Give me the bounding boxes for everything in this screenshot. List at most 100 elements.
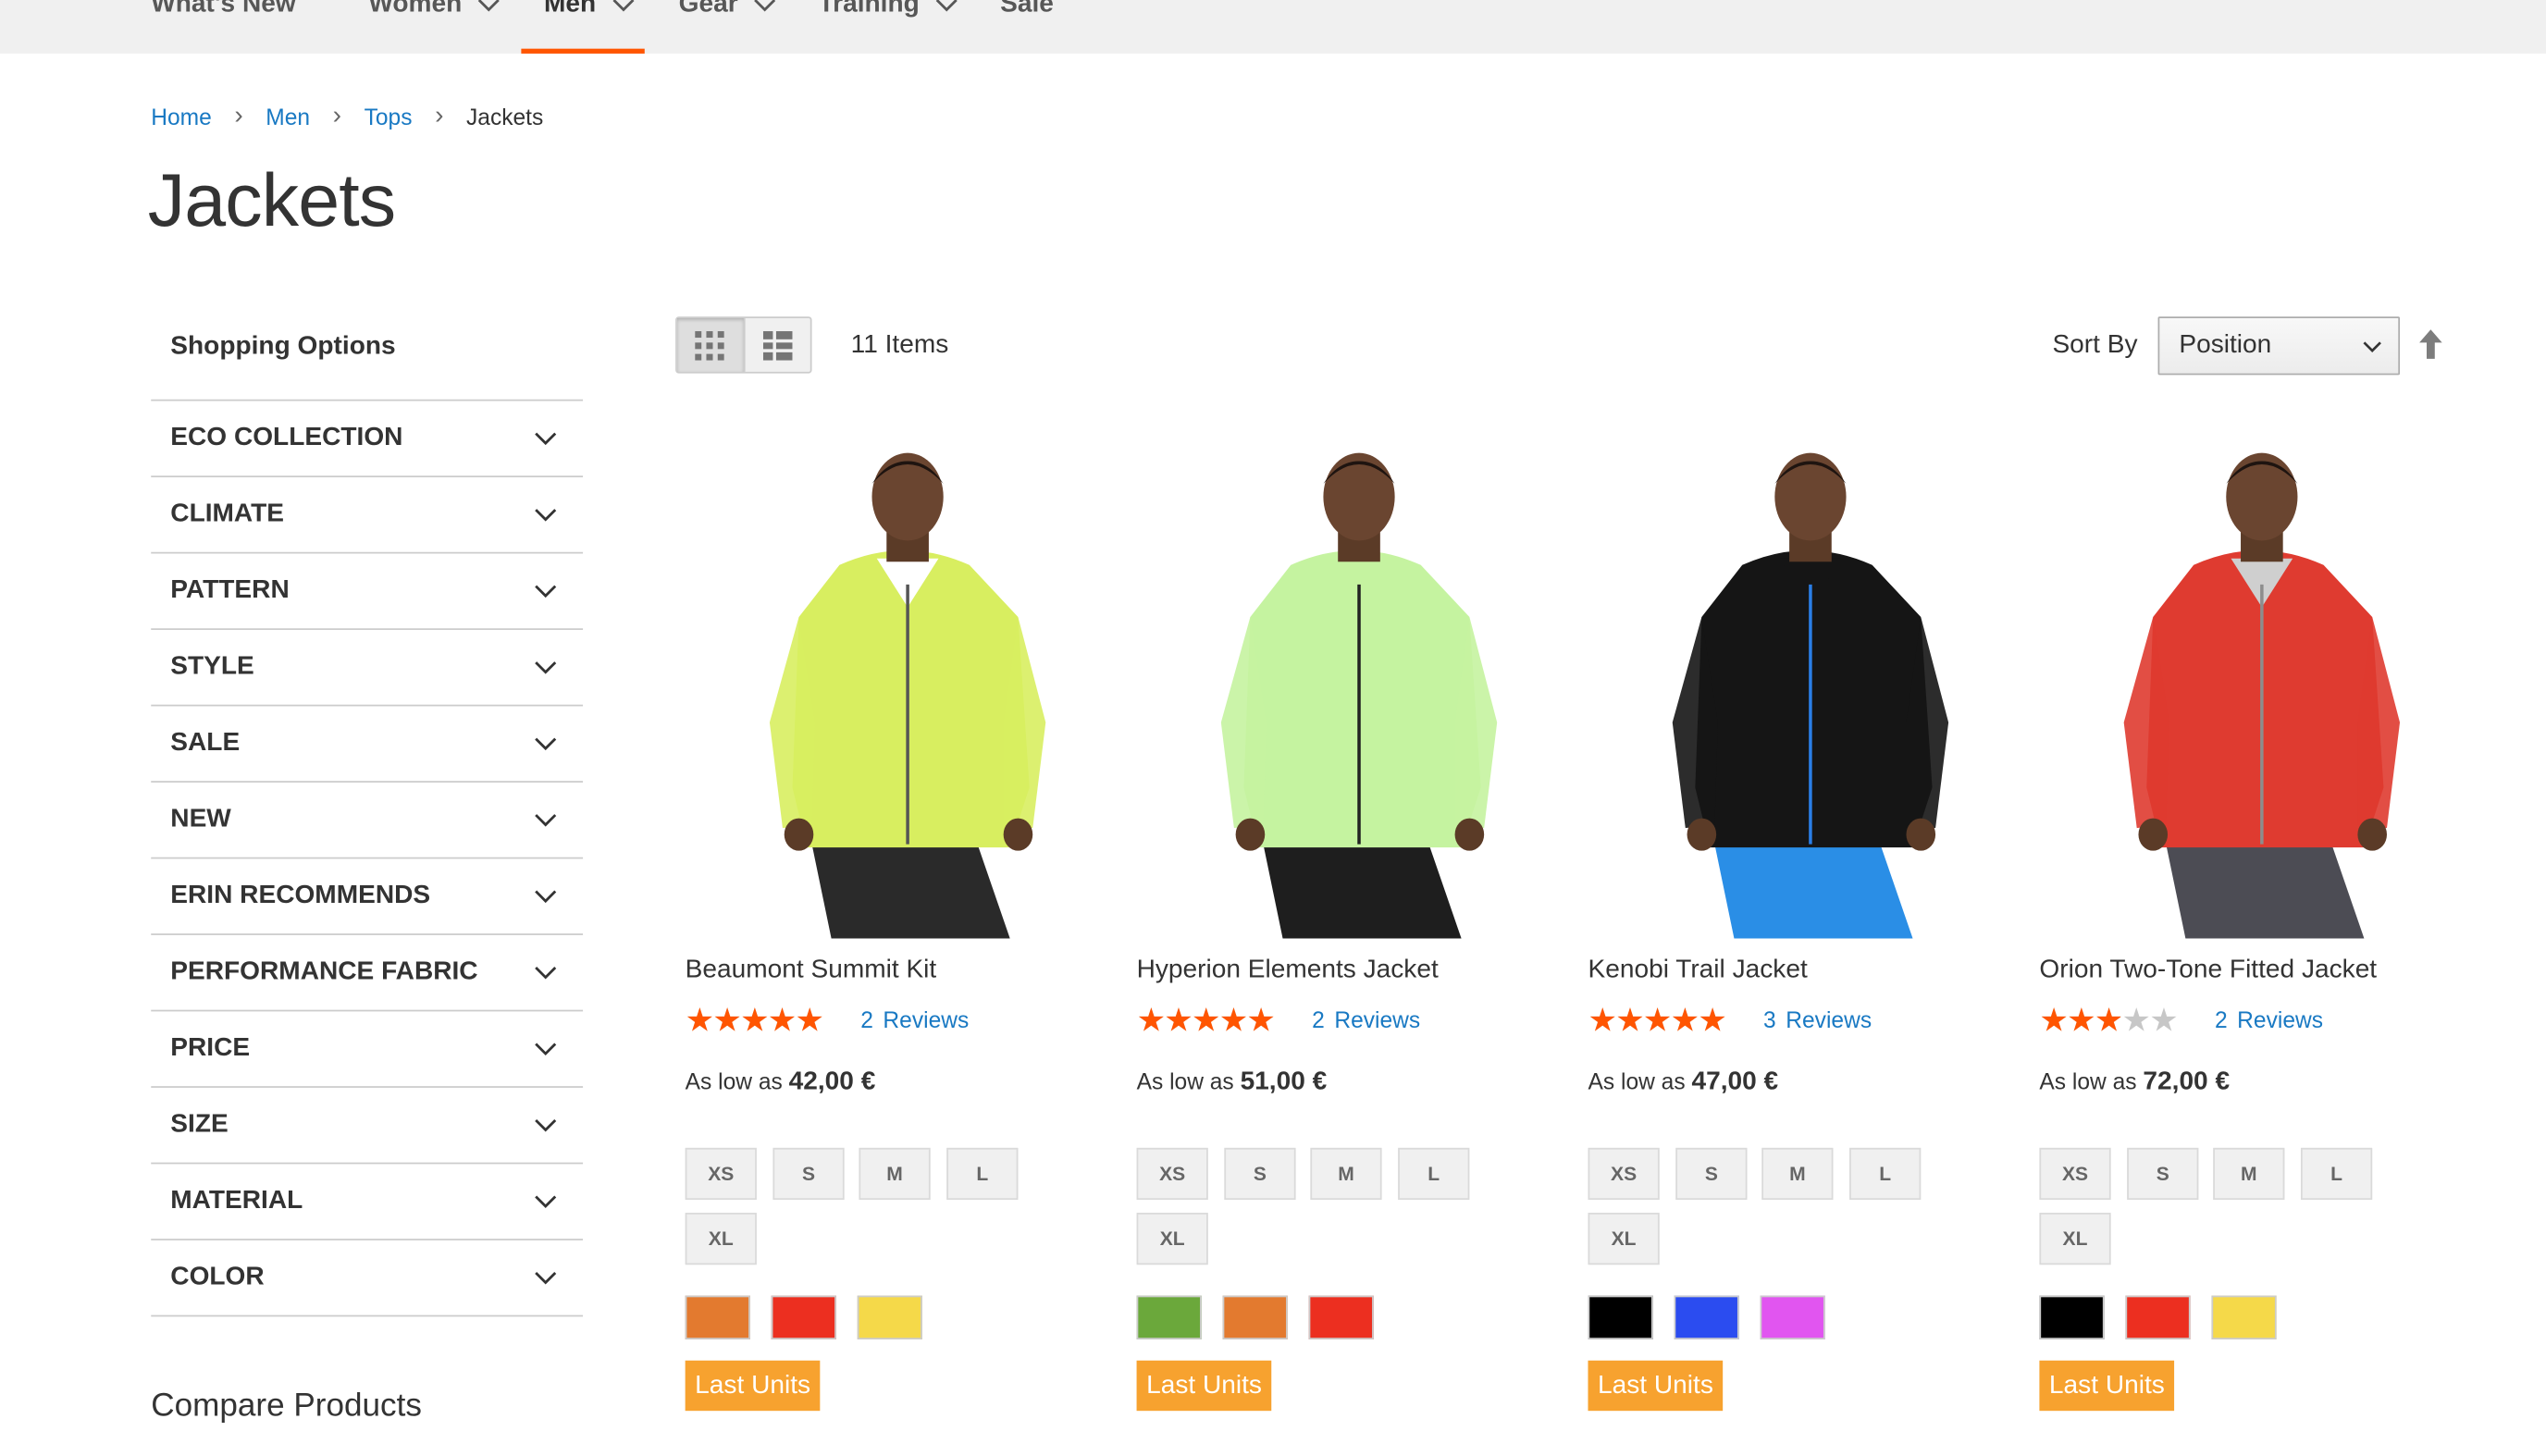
color-swatch[interactable] <box>1588 1295 1653 1339</box>
reviews-link[interactable]: 2 Reviews <box>2215 1006 2323 1032</box>
filter-label: PERFORMANCE FABRIC <box>170 957 478 986</box>
filter-price[interactable]: PRICE <box>151 1011 584 1088</box>
size-option[interactable]: L <box>946 1147 1019 1201</box>
reviews-link[interactable]: 2 Reviews <box>860 1006 969 1032</box>
product-image[interactable] <box>2039 438 2429 939</box>
size-option[interactable]: S <box>1675 1147 1748 1201</box>
chevron-down-icon <box>535 1272 557 1285</box>
filter-size[interactable]: SIZE <box>151 1088 584 1165</box>
filter-material[interactable]: MATERIAL <box>151 1164 584 1240</box>
chevron-down-icon <box>612 0 635 12</box>
filter-list: ECO COLLECTION CLIMATE PATTERN STYLE SALE NEW… <box>151 399 584 1317</box>
filter-label: SALE <box>170 729 241 757</box>
reviews-link[interactable]: 2 Reviews <box>1312 1006 1420 1032</box>
nav-item-sale[interactable]: Sale <box>1000 0 1054 54</box>
filter-label: SIZE <box>170 1110 229 1139</box>
nav-item-what-s-new[interactable]: What's New <box>151 0 295 54</box>
color-swatch[interactable] <box>2039 1295 2105 1339</box>
size-option[interactable]: XS <box>1588 1147 1660 1201</box>
reviews-link[interactable]: 3 Reviews <box>1763 1006 1872 1032</box>
size-option[interactable]: M <box>1761 1147 1834 1201</box>
breadcrumb-men[interactable]: Men <box>266 104 310 130</box>
product-name-link[interactable]: Kenobi Trail Jacket <box>1588 956 1807 986</box>
size-option[interactable]: M <box>2213 1147 2285 1201</box>
product-name-link[interactable]: Orion Two-Tone Fitted Jacket <box>2039 956 2377 986</box>
breadcrumb-home[interactable]: Home <box>151 104 212 130</box>
nav-item-women[interactable]: Women <box>368 0 501 54</box>
product-image[interactable] <box>685 438 1075 939</box>
price-prefix: As low as <box>1136 1067 1234 1094</box>
filter-sale[interactable]: SALE <box>151 706 584 783</box>
list-view-button[interactable] <box>742 317 810 372</box>
chevron-down-icon <box>2363 341 2381 352</box>
nav-item-label: Sale <box>1000 0 1054 19</box>
breadcrumb-tops[interactable]: Tops <box>365 104 413 130</box>
size-option[interactable]: XL <box>1136 1213 1208 1265</box>
filter-eco-collection[interactable]: ECO COLLECTION <box>151 401 584 477</box>
compare-products-title: Compare Products <box>151 1388 422 1425</box>
product-image[interactable] <box>1136 438 1526 939</box>
size-option[interactable]: L <box>2300 1147 2373 1201</box>
filter-new[interactable]: NEW <box>151 783 584 859</box>
size-option[interactable]: M <box>1310 1147 1382 1201</box>
size-option[interactable]: S <box>2127 1147 2199 1201</box>
size-option[interactable]: S <box>1224 1147 1296 1201</box>
chevron-down-icon <box>478 0 501 12</box>
size-option[interactable]: XL <box>2039 1213 2111 1265</box>
color-swatch[interactable] <box>1222 1295 1288 1339</box>
last-units-badge: Last Units <box>1136 1360 1272 1412</box>
filter-climate[interactable]: CLIMATE <box>151 477 584 554</box>
reviews-count: 2 <box>1312 1006 1325 1033</box>
nav-item-men[interactable]: Men <box>521 0 645 54</box>
size-option[interactable]: L <box>1398 1147 1470 1201</box>
size-option[interactable]: S <box>772 1147 845 1201</box>
filter-label: COLOR <box>170 1263 265 1291</box>
chevron-right-icon: › <box>234 102 243 130</box>
color-swatch[interactable] <box>771 1295 836 1339</box>
star-icons-filled: ★★★★★ <box>2039 1003 2121 1036</box>
filter-pattern[interactable]: PATTERN <box>151 553 584 630</box>
filter-style[interactable]: STYLE <box>151 630 584 707</box>
color-swatch[interactable] <box>1674 1295 1739 1339</box>
color-swatch[interactable] <box>857 1295 922 1339</box>
price-value: 47,00 € <box>1691 1067 1779 1096</box>
size-option[interactable]: XL <box>1588 1213 1660 1265</box>
filter-erin-recommends[interactable]: ERIN RECOMMENDS <box>151 858 584 935</box>
size-option[interactable]: XL <box>685 1213 757 1265</box>
color-swatch[interactable] <box>2211 1295 2277 1339</box>
filter-label: PRICE <box>170 1033 251 1062</box>
color-swatch[interactable] <box>2125 1295 2191 1339</box>
color-swatch[interactable] <box>1136 1295 1202 1339</box>
color-swatch[interactable] <box>1308 1295 1374 1339</box>
size-option[interactable]: L <box>1849 1147 1922 1201</box>
reviews-count: 2 <box>860 1006 873 1033</box>
nav-item-gear[interactable]: Gear <box>679 0 777 54</box>
chevron-down-icon <box>535 509 557 522</box>
filter-label: PATTERN <box>170 576 290 604</box>
product-price: As low as 51,00 € <box>1137 1068 1328 1098</box>
color-swatch[interactable] <box>1760 1295 1825 1339</box>
product-image[interactable] <box>1588 438 1978 939</box>
product-price: As low as 47,00 € <box>1588 1068 1778 1098</box>
arrow-up-icon[interactable] <box>2416 328 2446 361</box>
reviews-count: 3 <box>1763 1006 1776 1033</box>
sort-by-label: Sort By <box>2052 331 2138 359</box>
size-option[interactable]: M <box>859 1147 931 1201</box>
filter-color[interactable]: COLOR <box>151 1240 584 1317</box>
star-icons-filled: ★★★★★ <box>685 1003 824 1036</box>
product-name-link[interactable]: Beaumont Summit Kit <box>686 956 937 986</box>
color-swatch[interactable] <box>685 1295 750 1339</box>
nav-item-training[interactable]: Training <box>819 0 958 54</box>
filter-label: NEW <box>170 805 231 833</box>
sort-by-select[interactable]: Position <box>2157 316 2401 376</box>
product-price: As low as 42,00 € <box>686 1068 876 1098</box>
filter-performance-fabric[interactable]: PERFORMANCE FABRIC <box>151 935 584 1012</box>
grid-view-button[interactable] <box>676 317 743 372</box>
size-option[interactable]: XS <box>2039 1147 2111 1201</box>
size-option[interactable]: XS <box>1136 1147 1208 1201</box>
view-mode-switcher <box>675 316 812 374</box>
size-option[interactable]: XS <box>685 1147 757 1201</box>
product-name-link[interactable]: Hyperion Elements Jacket <box>1137 956 1439 986</box>
last-units-badge: Last Units <box>1588 1360 1724 1412</box>
rating-stars: ★★★★★★★★★★ <box>1588 1004 1750 1036</box>
